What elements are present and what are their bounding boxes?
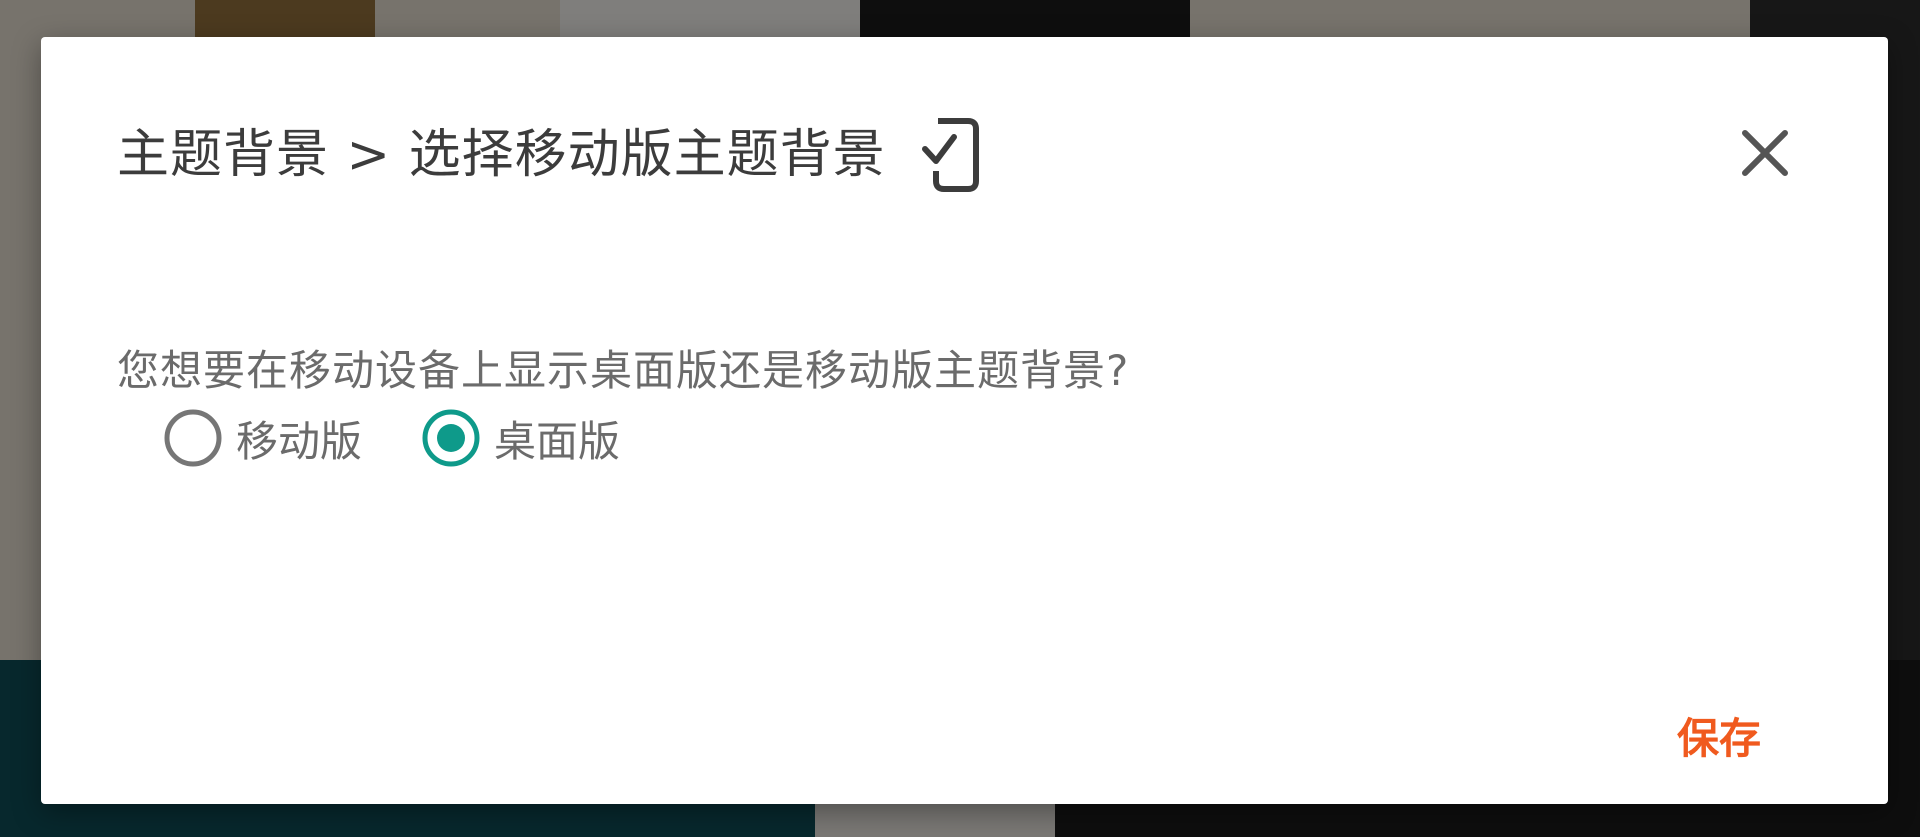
radio-unchecked-icon[interactable] bbox=[162, 407, 224, 469]
radio-label-desktop: 桌面版 bbox=[494, 416, 621, 466]
radio-label-mobile: 移动版 bbox=[236, 416, 363, 466]
radio-option-mobile[interactable]: 移动版 bbox=[162, 407, 362, 469]
dialog-title: 主题背景 > 选择移动版主题背景 bbox=[117, 125, 886, 185]
radio-option-desktop[interactable]: 桌面版 bbox=[420, 407, 620, 469]
mobile-check-icon bbox=[921, 117, 980, 193]
save-button[interactable]: 保存 bbox=[1665, 701, 1773, 770]
theme-background-dialog: 主题背景 > 选择移动版主题背景 您想要在移动设备上显示桌面版还是移动版主题背景… bbox=[41, 37, 1888, 804]
close-icon bbox=[1742, 130, 1788, 176]
question-text: 您想要在移动设备上显示桌面版还是移动版主题背景? bbox=[117, 346, 1130, 395]
dialog-header: 主题背景 > 选择移动版主题背景 bbox=[117, 117, 980, 193]
radio-checked-icon[interactable] bbox=[420, 407, 482, 469]
close-button[interactable] bbox=[1733, 121, 1797, 185]
version-radio-group: 移动版 桌面版 bbox=[162, 407, 678, 469]
